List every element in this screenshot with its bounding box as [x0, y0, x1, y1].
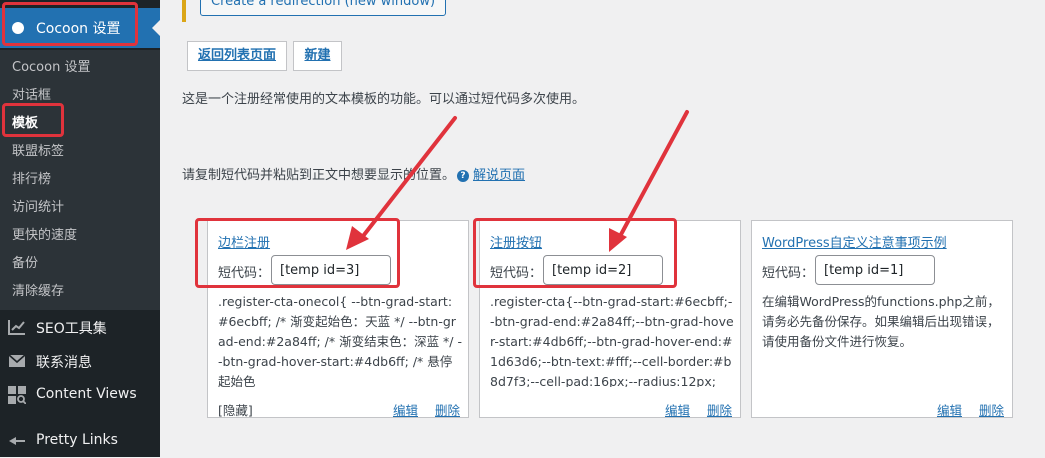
edit-link[interactable]: 编辑 — [937, 400, 962, 419]
template-body: .register-cta-onecol{ --btn-grad-start:#… — [218, 294, 462, 387]
annotation-box-templates — [2, 103, 64, 137]
submenu: Cocoon 设置 对话框 模板 联盟标签 排行榜 访问统计 更快的速度 备份 … — [0, 50, 160, 310]
admin-sidebar: Cocoon 设置 Cocoon 设置 对话框 模板 联盟标签 排行榜 访问统计… — [0, 0, 160, 457]
help-link-text[interactable]: 解说页面 — [473, 168, 525, 183]
menu-contact-messages-label: 联系消息 — [36, 355, 92, 371]
shortcode-label: 短代码： — [762, 266, 815, 281]
create-redirection-button[interactable]: Create a redirection (new window) — [200, 0, 447, 16]
template-card: WordPress自定义注意事项示例 短代码： 在编辑WordPress的fun… — [751, 220, 1013, 418]
main-content: Create a redirection (new window) 返回列表页面… — [160, 0, 1045, 457]
active-menu-pointer — [152, 20, 160, 36]
menu-pretty-links-label: Pretty Links — [36, 432, 118, 448]
page-description: 这是一个注册经常使用的文本模板的功能。可以通过短代码多次使用。 — [182, 92, 586, 107]
menu-content-views-label: Content Views — [36, 386, 137, 402]
submenu-item-cocoon-settings[interactable]: Cocoon 设置 — [12, 56, 90, 75]
submenu-item-access-stats[interactable]: 访问统计 — [12, 196, 64, 215]
back-to-list-button[interactable]: 返回列表页面 — [187, 41, 287, 71]
help-link[interactable]: ? 解说页面 — [457, 164, 525, 183]
delete-link[interactable]: 删除 — [707, 400, 732, 419]
submenu-item-speed[interactable]: 更快的速度 — [12, 224, 77, 243]
annotation-box-card-2 — [473, 218, 677, 288]
edit-link[interactable]: 编辑 — [665, 400, 690, 419]
star-icon — [9, 437, 25, 445]
menu-content-views[interactable]: Content Views — [0, 378, 160, 412]
submenu-item-backup[interactable]: 备份 — [12, 252, 38, 271]
shortcode-hint: 请复制短代码并粘贴到正文中想要显示的位置。 — [182, 168, 456, 183]
new-template-button[interactable]: 新建 — [293, 41, 342, 71]
delete-link[interactable]: 删除 — [435, 400, 460, 419]
menu-seo-tools[interactable]: SEO工具集 — [0, 310, 160, 344]
annotation-box-menu — [2, 2, 138, 46]
mail-icon — [8, 354, 26, 367]
delete-link[interactable]: 删除 — [979, 400, 1004, 419]
submenu-item-ranking[interactable]: 排行榜 — [12, 168, 51, 187]
submenu-item-clear-cache[interactable]: 清除缓存 — [12, 280, 64, 299]
submenu-item-affiliate-tags[interactable]: 联盟标签 — [12, 140, 64, 159]
menu-seo-tools-label: SEO工具集 — [36, 321, 107, 337]
notice-border — [182, 0, 186, 22]
menu-pretty-links[interactable]: Pretty Links — [0, 424, 160, 458]
template-body: .register-cta{--btn-grad-start:#6ecbff;-… — [490, 294, 734, 387]
chart-icon — [8, 320, 25, 335]
template-title[interactable]: WordPress自定义注意事项示例 — [762, 232, 947, 251]
hidden-badge: [隐藏] — [218, 403, 253, 418]
shortcode-field[interactable] — [815, 255, 935, 285]
edit-link[interactable]: 编辑 — [393, 400, 418, 419]
grid-icon — [8, 386, 26, 404]
menu-contact-messages[interactable]: 联系消息 — [0, 344, 160, 378]
annotation-box-card-1 — [195, 218, 400, 288]
question-icon: ? — [457, 170, 469, 182]
template-body: 在编辑WordPress的functions.php之前，请务必先备份保存。如果… — [762, 294, 1000, 349]
submenu-item-dialog[interactable]: 对话框 — [12, 84, 51, 103]
